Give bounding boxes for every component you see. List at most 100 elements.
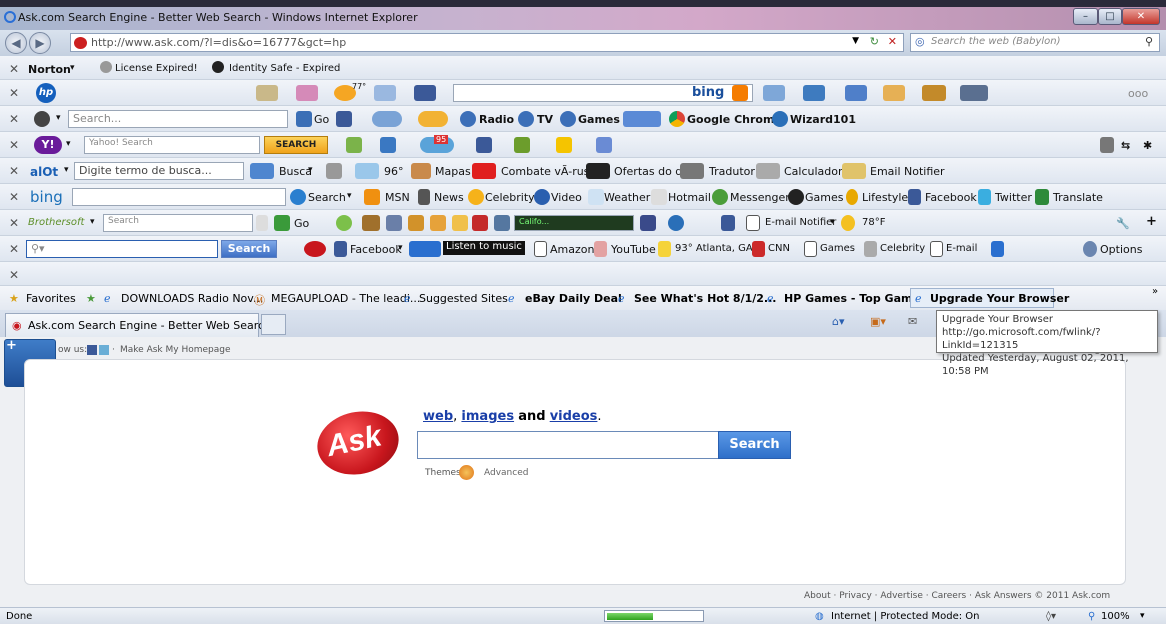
screen-icon[interactable] xyxy=(494,215,510,231)
brothersoft-temp[interactable]: 78°F xyxy=(862,217,885,228)
ask-celebrity-link[interactable]: Celebrity xyxy=(880,243,925,254)
wrench-icon[interactable] xyxy=(326,163,342,179)
mail-icon[interactable] xyxy=(380,137,396,153)
smile-icon[interactable] xyxy=(452,215,468,231)
zone-text[interactable]: Internet | Protected Mode: On xyxy=(831,611,979,622)
dropdown-icon[interactable]: ▼ xyxy=(852,36,859,46)
twitter-link[interactable]: Twitter xyxy=(995,191,1032,204)
ask-games-link[interactable]: Games xyxy=(820,243,855,254)
go-button[interactable]: Go xyxy=(314,113,329,126)
footer-links[interactable]: About · Privacy · Advertise · Careers · … xyxy=(804,591,1110,601)
facebook-icon[interactable] xyxy=(721,215,735,231)
chat-icon[interactable] xyxy=(430,215,446,231)
app-icon[interactable] xyxy=(362,215,380,231)
fav-item-whats-hot[interactable]: See What's Hot 8/1/2... xyxy=(634,292,776,305)
flickr-icon[interactable] xyxy=(514,137,530,153)
more-icon[interactable]: ooo xyxy=(1128,87,1148,100)
logo-icon[interactable] xyxy=(34,111,50,127)
mapas-link[interactable]: Mapas xyxy=(435,165,471,178)
messenger-link[interactable]: Messenger xyxy=(730,191,790,204)
tradutor-link[interactable]: Tradutor xyxy=(709,165,755,178)
themes-link[interactable]: Themes xyxy=(425,468,461,478)
ask-logo-icon[interactable] xyxy=(304,241,326,257)
bing-search-input[interactable] xyxy=(72,188,286,206)
advanced-link[interactable]: Advanced xyxy=(484,468,528,478)
fav-item-upgrade[interactable]: Upgrade Your Browser xyxy=(930,292,1069,305)
options-link[interactable]: Options xyxy=(1100,243,1142,256)
brothersoft-logo-icon[interactable]: Brothersoft xyxy=(28,217,84,228)
listen-to-music[interactable]: Listen to music xyxy=(443,241,525,255)
fav-item-ebay[interactable]: eBay Daily Deal xyxy=(525,292,622,305)
bing-games-link[interactable]: Games xyxy=(805,191,843,204)
video-link[interactable]: Video xyxy=(551,191,582,204)
home-icon[interactable]: ⌂▾ xyxy=(832,315,845,328)
close-toolbar-icon[interactable]: ✕ xyxy=(9,138,19,152)
email-notifier-link[interactable]: Email Notifier xyxy=(870,165,945,178)
fav-item-downloads[interactable]: DOWNLOADS Radio Nov... xyxy=(121,292,263,305)
close-toolbar-icon[interactable]: ✕ xyxy=(9,190,19,204)
close-button[interactable]: ✕ xyxy=(1122,8,1160,25)
newspaper-icon[interactable] xyxy=(256,85,278,101)
minimize-button[interactable]: – xyxy=(1073,8,1098,25)
bing-search-link[interactable]: Search xyxy=(308,191,346,204)
news-link[interactable]: News xyxy=(434,191,464,204)
close-toolbar-icon[interactable]: ✕ xyxy=(9,62,19,76)
wrench-icon[interactable]: 🔧 xyxy=(1116,217,1130,230)
mail-icon[interactable] xyxy=(374,85,396,101)
news-icon[interactable] xyxy=(596,137,612,153)
bing-facebook-link[interactable]: Facebook xyxy=(925,191,977,204)
alot-logo-icon[interactable]: alOt xyxy=(30,165,58,179)
fav-item-hp-games[interactable]: HP Games - Top Games xyxy=(784,292,926,305)
games-link[interactable]: Games xyxy=(578,113,620,126)
videos-link[interactable]: videos xyxy=(550,409,598,424)
email-icon[interactable] xyxy=(842,163,866,179)
search-icon[interactable] xyxy=(250,163,274,179)
menu-icon[interactable] xyxy=(1100,137,1114,153)
facebook-icon[interactable] xyxy=(476,137,492,153)
youtube-link[interactable]: YouTube xyxy=(611,243,656,256)
ask-search-input[interactable]: ⚲▾ xyxy=(26,240,218,258)
tab-ask[interactable]: ◉ Ask.com Search Engine - Better Web Sea… xyxy=(5,313,271,337)
search-box[interactable]: ◎ Search the web (Babylon) ⚲ xyxy=(910,33,1160,52)
norton-brand[interactable]: Norton xyxy=(28,63,71,76)
virus-icon[interactable] xyxy=(472,163,496,179)
facebook-icon[interactable] xyxy=(87,345,97,355)
chevron-more-icon[interactable]: » xyxy=(1152,286,1158,297)
celebrity-link[interactable]: Celebrity xyxy=(485,191,535,204)
calculator-icon[interactable] xyxy=(756,163,780,179)
make-homepage-link[interactable]: Make Ask My Homepage xyxy=(120,345,231,355)
back-button[interactable]: ◀ xyxy=(5,32,27,54)
map-icon[interactable] xyxy=(411,163,431,179)
yahoo-logo-icon[interactable]: Y! xyxy=(34,136,62,154)
tools-icon[interactable] xyxy=(408,215,424,231)
pencil-icon[interactable] xyxy=(883,85,905,101)
alot-search-input[interactable]: Digite termo de busca... xyxy=(74,162,244,180)
address-bar[interactable]: http://www.ask.com/?l=dis&o=16777&gct=hp… xyxy=(70,33,904,52)
stop-icon[interactable]: ✕ xyxy=(888,35,897,48)
ask-weather[interactable]: 93° Atlanta, GA xyxy=(675,243,753,254)
new-tab-button[interactable] xyxy=(261,314,286,335)
search-icon[interactable] xyxy=(274,215,290,231)
ebay-icon[interactable] xyxy=(556,137,572,153)
facebook-icon[interactable] xyxy=(414,85,436,101)
virus-link[interactable]: Combate vÃ-rus xyxy=(501,165,589,178)
ask-search-input[interactable] xyxy=(417,431,719,459)
weather-icon[interactable] xyxy=(355,163,379,179)
go-icon[interactable] xyxy=(296,111,312,127)
hp-icon[interactable] xyxy=(763,85,785,101)
bird-icon[interactable] xyxy=(922,85,946,101)
fav-item-megaupload[interactable]: MEGAUPLOAD - The leadi... xyxy=(271,292,420,305)
twitter-icon[interactable] xyxy=(99,345,109,355)
fav-item-suggested[interactable]: Suggested Sites xyxy=(419,292,508,305)
brothersoft-search-input[interactable]: Search xyxy=(103,214,253,232)
ask-facebook-link[interactable]: Facebook xyxy=(350,243,402,256)
youtube-icon[interactable] xyxy=(472,215,488,231)
ask-logo[interactable]: Ask xyxy=(311,404,405,482)
zoom-dropdown-icon[interactable]: ▾ xyxy=(1140,611,1145,621)
bing-logo-icon[interactable]: bing xyxy=(30,188,63,206)
bookmark-icon[interactable] xyxy=(346,137,362,153)
chat-icon[interactable] xyxy=(372,111,402,127)
lifestyle-link[interactable]: Lifestyle xyxy=(862,191,908,204)
q-icon[interactable] xyxy=(336,215,352,231)
games-icon[interactable] xyxy=(418,111,448,127)
